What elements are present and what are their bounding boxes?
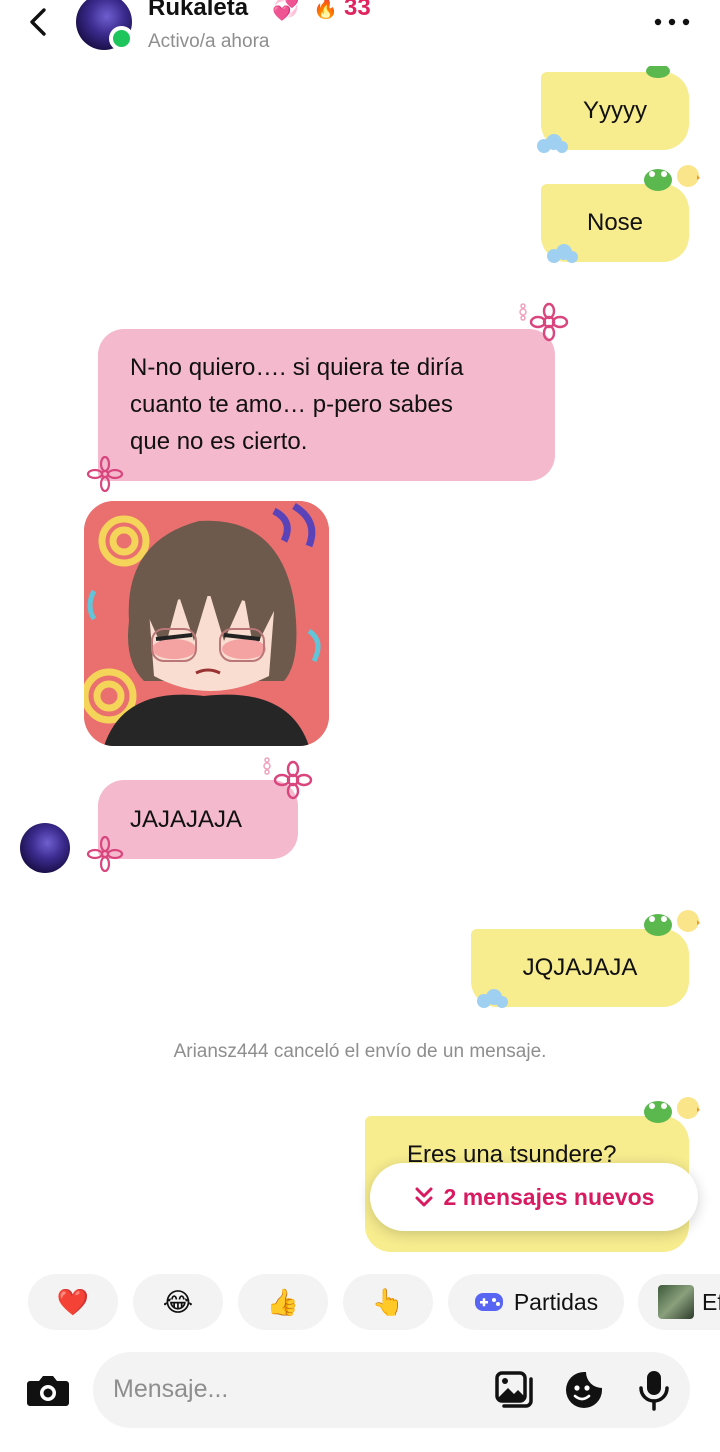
message-placeholder: Mensaje... [113, 1375, 229, 1403]
camera-icon[interactable] [22, 1365, 74, 1417]
effects-label: Ef [702, 1288, 720, 1315]
gamepad-icon [474, 1293, 503, 1311]
back-arrow-icon[interactable] [18, 2, 58, 42]
sticker-icon[interactable] [562, 1368, 606, 1412]
games-button[interactable]: Partidas [448, 1274, 624, 1330]
message-text: Nose [586, 209, 644, 236]
message-line: que no es cierto. [130, 428, 308, 455]
active-status: Activo/a ahora [148, 31, 270, 52]
sent-message[interactable]: Nose [541, 184, 689, 262]
games-label: Partidas [513, 1288, 599, 1315]
double-chevron-down-icon [415, 1187, 433, 1207]
quick-reaction-heart[interactable]: ❤️ [28, 1274, 118, 1330]
quick-reaction-laugh[interactable]: 😂 [133, 1274, 223, 1330]
message-text: JQJAJAJA [522, 954, 638, 981]
message-text: JAJAJAJA [130, 806, 243, 833]
unsent-message-notice: Ariansz444 canceló el envío de un mensaj… [173, 1041, 547, 1062]
pointing-up-emoji-icon: 👆 [371, 1286, 405, 1317]
heart-emoji-icon: ❤️ [56, 1286, 90, 1317]
quick-reaction-thumbs-up[interactable]: 👍 [238, 1274, 328, 1330]
sender-avatar[interactable] [20, 823, 70, 873]
message-line: cuanto te amo… p-pero sabes [130, 391, 453, 418]
new-messages-label: 2 mensajes nuevos [443, 1183, 655, 1210]
received-message[interactable]: N-no quiero…. si quiera te diría cuanto … [98, 329, 555, 481]
laughing-emoji-icon: 😂 [162, 1286, 194, 1317]
streak-count: 33 [344, 0, 371, 21]
online-indicator [109, 26, 134, 51]
received-message[interactable]: JAJAJAJA [98, 780, 298, 859]
hearts-emoji: 💞 [272, 0, 300, 21]
quick-reaction-point-up[interactable]: 👆 [343, 1274, 433, 1330]
more-options-icon[interactable] [650, 8, 694, 36]
chat-header: Rukaleta 💞 🔥 33 Activo/a ahora [0, 0, 720, 66]
anime-sticker-image[interactable] [84, 501, 329, 746]
effect-thumbnail [658, 1285, 694, 1319]
thumbs-up-emoji-icon: 👍 [266, 1286, 300, 1317]
gallery-icon[interactable] [492, 1368, 536, 1412]
contact-name[interactable]: Rukaleta [148, 0, 248, 22]
new-messages-button[interactable]: 2 mensajes nuevos [370, 1163, 698, 1231]
microphone-icon[interactable] [632, 1368, 676, 1412]
fire-icon: 🔥 [313, 0, 338, 20]
sent-message[interactable]: JQJAJAJA [471, 929, 689, 1007]
effects-button[interactable]: Ef [638, 1274, 720, 1330]
message-line: N-no quiero…. si quiera te diría [130, 354, 464, 381]
message-text: Yyyyy [582, 97, 647, 124]
sent-message[interactable]: Yyyyy [541, 72, 689, 150]
